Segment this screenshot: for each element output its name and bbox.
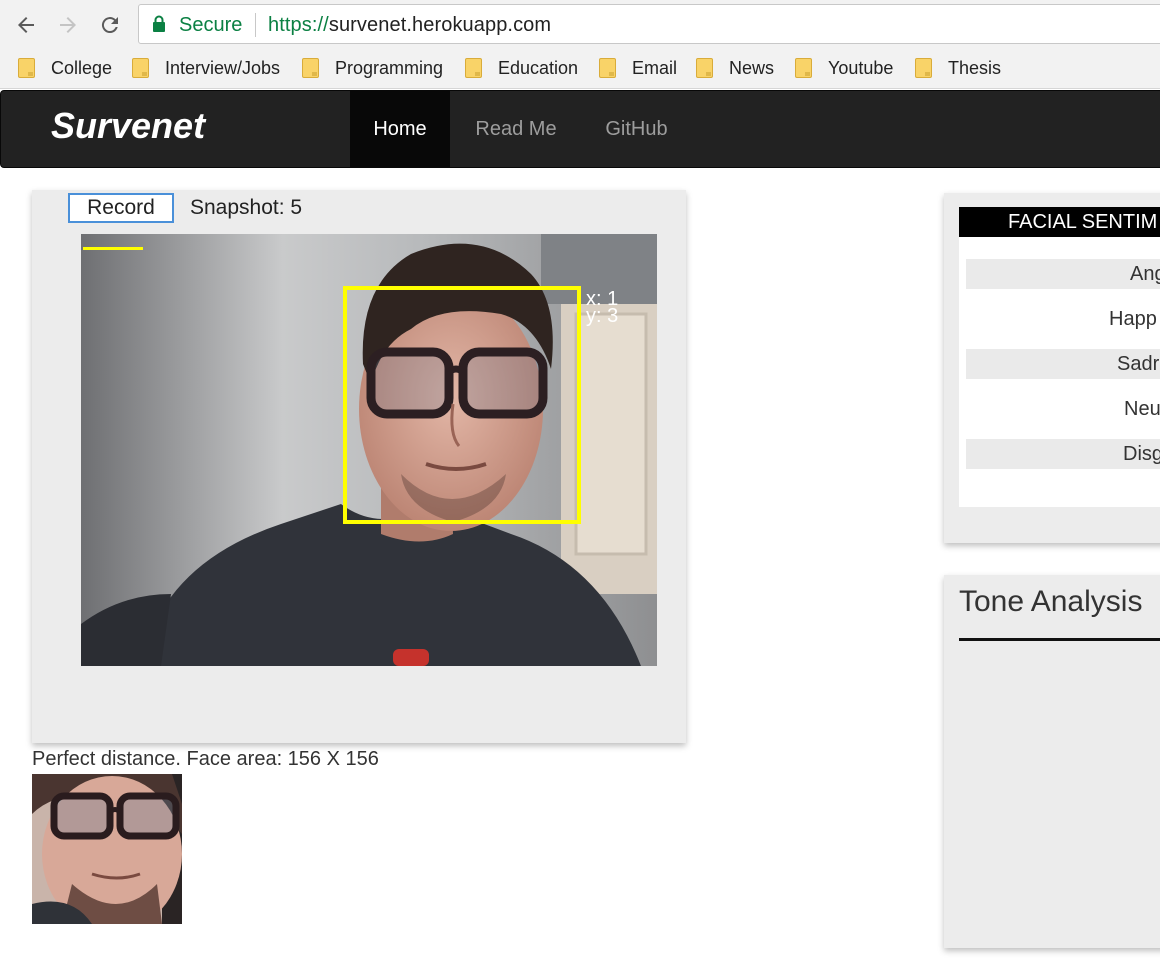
bookmark-label: News [729,57,775,78]
bookmark-label: Programming [335,57,444,78]
sentiment-label: Neu [1124,398,1160,420]
webcam-feed: x: 1 y: 3 [81,234,657,666]
folder-icon [302,58,319,78]
folder-icon [599,58,616,78]
bookmark-label: Interview/Jobs [165,57,281,78]
back-button[interactable] [11,10,41,40]
bookmark-college[interactable]: College [18,56,112,80]
sentiment-row-sadness: Sadr [966,349,1160,379]
bookmark-thesis[interactable]: Thesis [915,56,1001,80]
nav-read-me[interactable]: Read Me [456,91,576,167]
tone-analysis-panel [944,575,1160,948]
folder-icon [915,58,932,78]
url-host: survenet.herokuapp.com [328,14,552,36]
folder-icon [18,58,35,78]
url-text[interactable]: https://survenet.herokuapp.com [268,14,551,37]
site-navbar: Survenet Home Read Me GitHub [0,90,1160,168]
nav-home[interactable]: Home [350,91,450,167]
record-button[interactable]: Record [68,193,174,223]
snapshot-counter: Snapshot: 5 [190,196,303,219]
sentiment-row-disgust: Disg [966,439,1160,469]
sentiment-row-happy: Happ [966,304,1160,334]
address-bar[interactable]: Secure https://survenet.herokuapp.com [138,4,1160,44]
folder-icon [465,58,482,78]
sentiment-row-neutral: Neu [966,394,1160,424]
omnibox-divider [255,13,256,37]
forward-button[interactable] [53,10,83,40]
url-scheme: https:// [268,14,329,36]
face-coord-y: y: 3 [586,305,618,327]
sentiment-label: Happ [1109,308,1157,330]
lock-icon [153,15,165,32]
bookmark-programming[interactable]: Programming [302,56,443,80]
bookmark-interview-jobs[interactable]: Interview/Jobs [132,56,280,80]
sentiment-row-anger: Ang [966,259,1160,289]
bookmark-label: Education [498,57,579,78]
bookmarks-bar: College Interview/Jobs Programming Educa… [0,50,1160,89]
sentiment-label: Ang [1130,263,1160,285]
bookmark-youtube[interactable]: Youtube [795,56,893,80]
secure-label: Secure [179,14,243,36]
bookmark-label: Email [632,57,678,78]
browser-toolbar: Secure https://survenet.herokuapp.com [0,0,1160,50]
bookmark-news[interactable]: News [696,56,774,80]
bookmark-education[interactable]: Education [465,56,578,80]
face-thumbnail-image [32,774,182,924]
reload-button[interactable] [95,10,125,40]
arrow-forward-icon [60,17,76,33]
folder-icon [795,58,812,78]
bookmark-label: College [51,57,113,78]
folder-icon [696,58,713,78]
webcam-image: x: 1 y: 3 [81,234,657,666]
sentiment-label: Disg [1123,443,1160,465]
brand-logo[interactable]: Survenet [51,105,205,147]
bookmark-label: Thesis [948,57,1002,78]
bookmark-email[interactable]: Email [599,56,677,80]
reload-icon [101,17,118,34]
face-snapshot-thumbnail [32,774,182,924]
folder-icon [132,58,149,78]
tone-analysis-title: Tone Analysis [959,585,1143,618]
tone-title-divider [959,638,1160,641]
bookmark-label: Youtube [828,57,894,78]
sentiment-header: FACIAL SENTIM [959,207,1160,237]
sentiment-header-text: FACIAL SENTIM [1008,211,1158,233]
distance-status: Perfect distance. Face area: 156 X 156 [32,748,379,770]
sentiment-label: Sadr [1117,353,1160,375]
arrow-back-icon [18,17,34,33]
nav-github[interactable]: GitHub [584,91,689,167]
